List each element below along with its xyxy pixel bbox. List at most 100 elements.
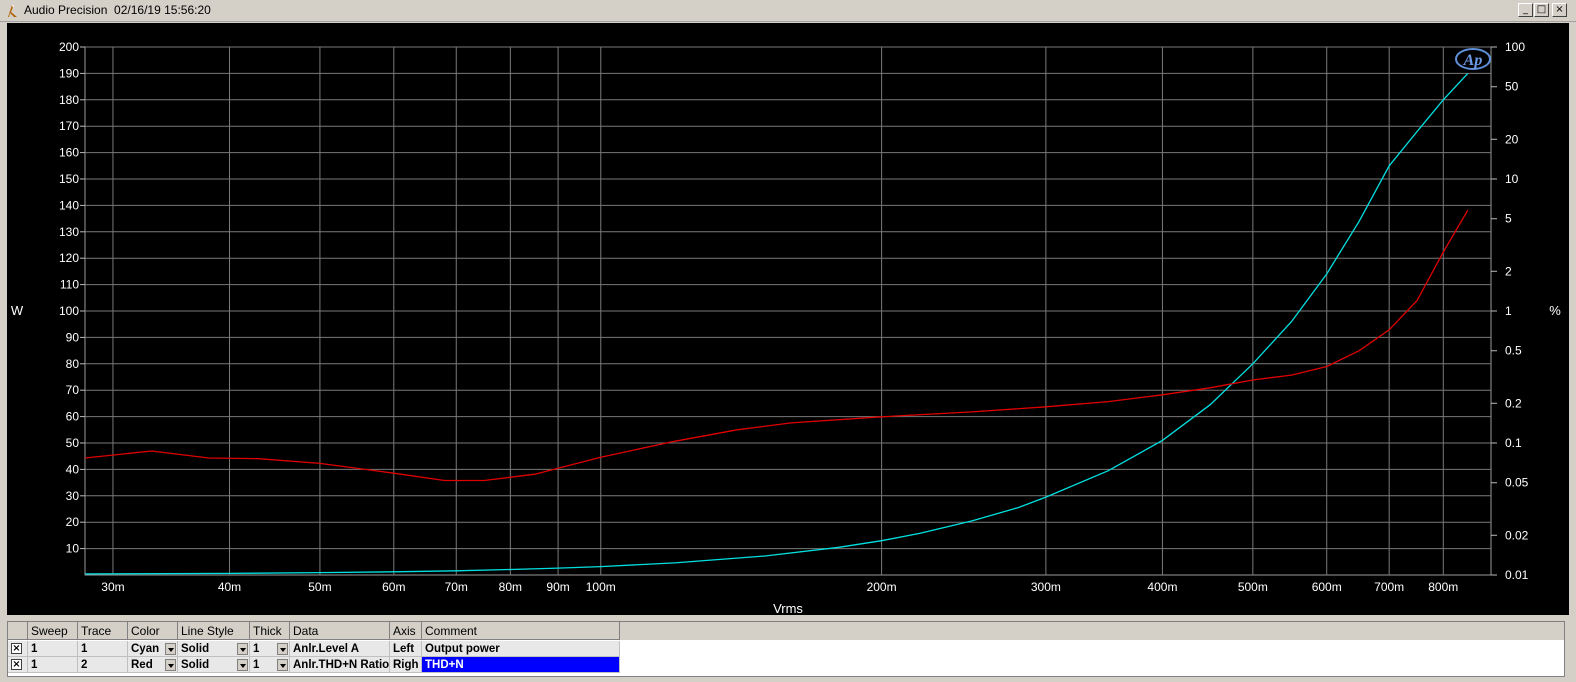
trace-row[interactable]: × 1 1 Cyan Solid 1 Anlr.Level A Left Output powe… bbox=[8, 641, 628, 657]
x-tick-label: 40m bbox=[218, 580, 241, 594]
header-select[interactable] bbox=[8, 622, 28, 640]
y-right-tick-label: 0.2 bbox=[1505, 396, 1522, 410]
y-left-tick-label: 180 bbox=[59, 93, 79, 107]
y-left-tick-label: 130 bbox=[59, 225, 79, 239]
dropdown-arrow-icon[interactable] bbox=[237, 659, 248, 671]
header-axis[interactable]: Axis bbox=[390, 622, 422, 640]
y-right-tick-label: 50 bbox=[1505, 80, 1519, 94]
x-tick-label: 700m bbox=[1374, 580, 1404, 594]
series-line-2 bbox=[84, 209, 1469, 482]
y-right-tick-label: 5 bbox=[1505, 212, 1512, 226]
cell-thick[interactable]: 1 bbox=[250, 657, 290, 673]
y-left-tick-label: 20 bbox=[66, 515, 80, 529]
axis-value: Left bbox=[393, 643, 415, 655]
cell-axis[interactable]: Left bbox=[390, 641, 422, 657]
y-left-tick-label: 30 bbox=[66, 489, 80, 503]
header-sweep[interactable]: Sweep bbox=[28, 622, 78, 640]
title-bar: Audio Precision 02/16/19 15:56:20 _ □ × bbox=[0, 0, 1576, 22]
y-left-tick-label: 170 bbox=[59, 119, 79, 133]
thick-value: 1 bbox=[253, 659, 260, 671]
y-left-tick-label: 50 bbox=[66, 436, 80, 450]
header-comment[interactable]: Comment bbox=[422, 622, 620, 640]
y-right-tick-label: 1 bbox=[1505, 304, 1512, 318]
audio-precision-app-icon[interactable] bbox=[5, 3, 21, 19]
cell-data[interactable]: Anlr.Level A bbox=[290, 641, 390, 657]
sweep-value: 1 bbox=[31, 659, 38, 671]
cell-color[interactable]: Red bbox=[128, 657, 178, 673]
dropdown-arrow-icon[interactable] bbox=[277, 643, 288, 655]
cell-sweep[interactable]: 1 bbox=[28, 641, 78, 657]
y-right-tick-label: 0.5 bbox=[1505, 344, 1522, 358]
x-tick-label: 400m bbox=[1147, 580, 1177, 594]
cell-line-style[interactable]: Solid bbox=[178, 657, 250, 673]
y-left-tick-label: 110 bbox=[60, 278, 79, 292]
header-data[interactable]: Data bbox=[290, 622, 390, 640]
y-left-tick-label: 160 bbox=[59, 146, 79, 160]
x-tick-label: 500m bbox=[1238, 580, 1268, 594]
cell-axis[interactable]: Righ bbox=[390, 657, 422, 673]
y-left-tick-label: 10 bbox=[66, 542, 80, 556]
dropdown-arrow-icon[interactable] bbox=[165, 659, 176, 671]
y-right-tick-label: 0.05 bbox=[1505, 476, 1529, 490]
sweep-value: 1 bbox=[31, 643, 38, 655]
line-style-value: Solid bbox=[181, 643, 210, 655]
header-thick[interactable]: Thick bbox=[250, 622, 290, 640]
y-left-tick-label: 80 bbox=[66, 357, 80, 371]
header-color[interactable]: Color bbox=[128, 622, 178, 640]
y-right-tick-label: 0.02 bbox=[1505, 528, 1529, 542]
restore-button[interactable]: □ bbox=[1534, 3, 1549, 17]
ap-logo-text: Ap bbox=[1463, 52, 1483, 69]
y-left-tick-label: 90 bbox=[66, 330, 80, 344]
cell-select[interactable]: × bbox=[8, 641, 28, 657]
cell-line-style[interactable]: Solid bbox=[178, 641, 250, 657]
cell-thick[interactable]: 1 bbox=[250, 641, 290, 657]
x-tick-label: 600m bbox=[1312, 580, 1342, 594]
trace-table-header: Sweep Trace Color Line Style Thick Data Axis Co… bbox=[8, 622, 1564, 640]
cell-data[interactable]: Anlr.THD+N Ratio bbox=[290, 657, 390, 673]
trace-table: Sweep Trace Color Line Style Thick Data Axis Co… bbox=[7, 621, 1565, 677]
y-left-tick-label: 70 bbox=[66, 383, 80, 397]
data-value: Anlr.Level A bbox=[293, 643, 360, 655]
x-tick-label: 60m bbox=[382, 580, 405, 594]
dropdown-arrow-icon[interactable] bbox=[237, 643, 248, 655]
y-right-tick-label: 100 bbox=[1505, 40, 1525, 54]
y-right-tick-label: 20 bbox=[1505, 132, 1519, 146]
y-left-tick-label: 120 bbox=[59, 251, 79, 265]
color-value: Cyan bbox=[131, 643, 160, 655]
y-right-tick-label: 10 bbox=[1505, 172, 1519, 186]
y-left-tick-label: 190 bbox=[59, 66, 79, 80]
cell-comment[interactable]: THD+N bbox=[422, 657, 620, 673]
trace-row[interactable]: × 1 2 Red Solid 1 Anlr.THD+N Ratio Righ THD+N bbox=[8, 657, 628, 673]
data-value: Anlr.THD+N Ratio bbox=[293, 659, 390, 671]
header-trace[interactable]: Trace bbox=[78, 622, 128, 640]
dropdown-arrow-icon[interactable] bbox=[165, 643, 176, 655]
x-tick-label: 800m bbox=[1428, 580, 1458, 594]
cell-trace[interactable]: 1 bbox=[78, 641, 128, 657]
trace-enable-checkbox[interactable]: × bbox=[11, 659, 22, 670]
cell-color[interactable]: Cyan bbox=[128, 641, 178, 657]
color-value: Red bbox=[131, 659, 153, 671]
y-left-tick-label: 40 bbox=[66, 462, 80, 476]
comment-value: Output power bbox=[425, 643, 500, 655]
thick-value: 1 bbox=[253, 643, 260, 655]
graph-area[interactable]: 30m 40m 50m 60m 70m 80m 90m 100m 200m 300m 400m 500… bbox=[7, 23, 1569, 615]
x-tick-label: 50m bbox=[308, 580, 331, 594]
y-right-tick-label: 0.1 bbox=[1505, 436, 1522, 450]
header-line-style[interactable]: Line Style bbox=[178, 622, 250, 640]
cell-comment[interactable]: Output power bbox=[422, 641, 620, 657]
cell-select[interactable]: × bbox=[8, 657, 28, 673]
trace-enable-checkbox[interactable]: × bbox=[11, 643, 22, 654]
x-tick-label: 200m bbox=[867, 580, 897, 594]
cell-sweep[interactable]: 1 bbox=[28, 657, 78, 673]
cell-trace[interactable]: 2 bbox=[78, 657, 128, 673]
minimize-button[interactable]: _ bbox=[1518, 3, 1533, 17]
y-left-tick-label: 200 bbox=[59, 40, 79, 54]
y-left-tick-label: 150 bbox=[59, 172, 79, 186]
x-axis-label: Vrms bbox=[773, 601, 803, 615]
dropdown-arrow-icon[interactable] bbox=[277, 659, 288, 671]
close-button[interactable]: × bbox=[1552, 3, 1567, 17]
y-left-tick-label: 140 bbox=[59, 198, 79, 212]
ap-logo: Ap bbox=[1455, 48, 1491, 70]
y-left-tick-label: 60 bbox=[66, 410, 80, 424]
y-left-tick-label: 100 bbox=[59, 304, 79, 318]
